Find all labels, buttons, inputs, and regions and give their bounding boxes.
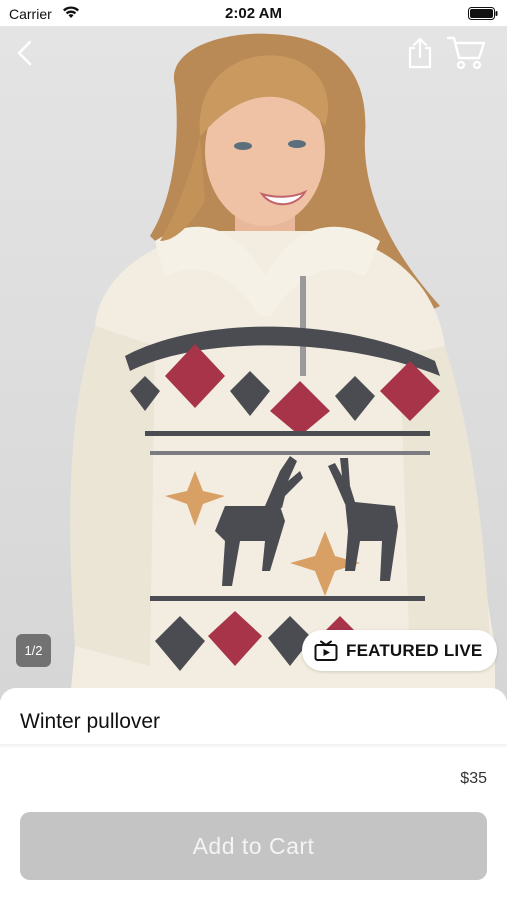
image-pager-indicator: 1/2	[16, 634, 51, 667]
product-info-sheet: Winter pullover $35 Add to Cart	[0, 688, 507, 900]
product-image-gallery[interactable]: 1/2 FEATURED LIVE	[0, 26, 507, 700]
share-button[interactable]	[404, 36, 436, 70]
product-price: $35	[460, 770, 487, 787]
tv-play-icon	[314, 640, 338, 661]
cart-button[interactable]	[446, 34, 486, 70]
status-time: 2:02 AM	[225, 5, 282, 22]
product-photo	[70, 33, 495, 700]
back-button[interactable]	[8, 36, 42, 70]
featured-live-badge[interactable]: FEATURED LIVE	[302, 630, 497, 671]
battery-icon	[468, 7, 498, 20]
divider	[0, 744, 507, 748]
product-title: Winter pullover	[20, 710, 161, 733]
featured-live-label: FEATURED LIVE	[346, 640, 483, 660]
add-to-cart-button[interactable]: Add to Cart	[20, 812, 487, 880]
status-bar: Carrier 2:02 AM	[0, 0, 507, 26]
